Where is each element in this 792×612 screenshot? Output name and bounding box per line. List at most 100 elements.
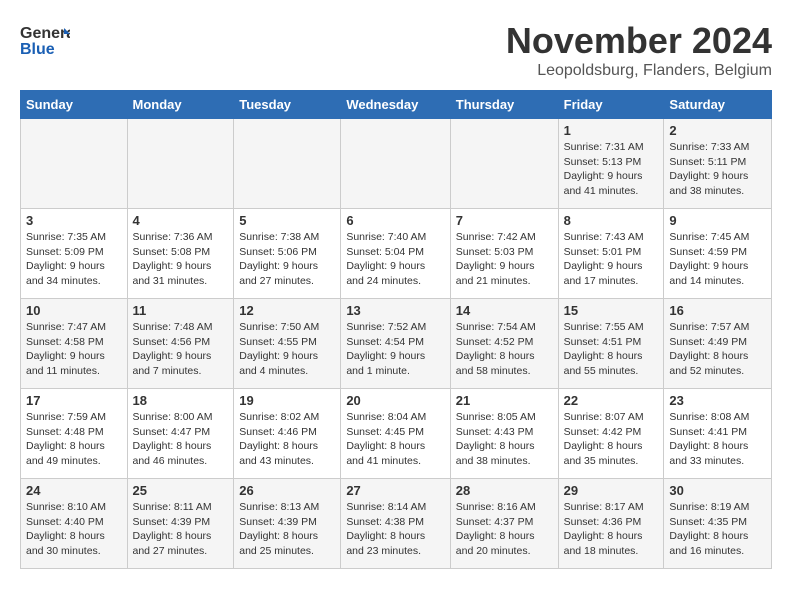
- calendar-cell: 22 Sunrise: 8:07 AM Sunset: 4:42 PM Dayli…: [558, 389, 664, 479]
- calendar-cell: 21 Sunrise: 8:05 AM Sunset: 4:43 PM Dayli…: [450, 389, 558, 479]
- day-number: 27: [346, 483, 444, 498]
- day-info: Sunrise: 7:48 AM Sunset: 4:56 PM Dayligh…: [133, 320, 229, 379]
- column-header-thursday: Thursday: [450, 91, 558, 119]
- day-number: 26: [239, 483, 335, 498]
- calendar-cell: 27 Sunrise: 8:14 AM Sunset: 4:38 PM Dayli…: [341, 479, 450, 569]
- calendar-cell: [341, 119, 450, 209]
- day-info: Sunrise: 7:52 AM Sunset: 4:54 PM Dayligh…: [346, 320, 444, 379]
- day-info: Sunrise: 8:00 AM Sunset: 4:47 PM Dayligh…: [133, 410, 229, 469]
- day-info: Sunrise: 8:04 AM Sunset: 4:45 PM Dayligh…: [346, 410, 444, 469]
- calendar-cell: 12 Sunrise: 7:50 AM Sunset: 4:55 PM Dayli…: [234, 299, 341, 389]
- column-header-tuesday: Tuesday: [234, 91, 341, 119]
- day-info: Sunrise: 7:40 AM Sunset: 5:04 PM Dayligh…: [346, 230, 444, 289]
- calendar-cell: 16 Sunrise: 7:57 AM Sunset: 4:49 PM Dayli…: [664, 299, 772, 389]
- day-info: Sunrise: 8:07 AM Sunset: 4:42 PM Dayligh…: [564, 410, 659, 469]
- calendar-cell: 6 Sunrise: 7:40 AM Sunset: 5:04 PM Daylig…: [341, 209, 450, 299]
- day-number: 1: [564, 123, 659, 138]
- week-row-4: 17 Sunrise: 7:59 AM Sunset: 4:48 PM Dayli…: [21, 389, 772, 479]
- page-header: General Blue November 2024 Leopoldsburg,…: [20, 20, 772, 80]
- calendar-cell: 17 Sunrise: 7:59 AM Sunset: 4:48 PM Dayli…: [21, 389, 128, 479]
- day-number: 5: [239, 213, 335, 228]
- day-number: 9: [669, 213, 766, 228]
- day-info: Sunrise: 7:59 AM Sunset: 4:48 PM Dayligh…: [26, 410, 122, 469]
- day-info: Sunrise: 7:45 AM Sunset: 4:59 PM Dayligh…: [669, 230, 766, 289]
- day-info: Sunrise: 8:13 AM Sunset: 4:39 PM Dayligh…: [239, 500, 335, 559]
- week-row-1: 1 Sunrise: 7:31 AM Sunset: 5:13 PM Daylig…: [21, 119, 772, 209]
- calendar-cell: 24Sunrise: 8:10 AM Sunset: 4:40 PM Dayli…: [21, 479, 128, 569]
- calendar-header: SundayMondayTuesdayWednesdayThursdayFrid…: [21, 91, 772, 119]
- calendar-cell: 20 Sunrise: 8:04 AM Sunset: 4:45 PM Dayli…: [341, 389, 450, 479]
- calendar-cell: 29Sunrise: 8:17 AM Sunset: 4:36 PM Dayli…: [558, 479, 664, 569]
- day-info: Sunrise: 7:55 AM Sunset: 4:51 PM Dayligh…: [564, 320, 659, 379]
- day-info: Sunrise: 8:05 AM Sunset: 4:43 PM Dayligh…: [456, 410, 553, 469]
- column-header-wednesday: Wednesday: [341, 91, 450, 119]
- day-info: Sunrise: 7:38 AM Sunset: 5:06 PM Dayligh…: [239, 230, 335, 289]
- day-info: Sunrise: 7:50 AM Sunset: 4:55 PM Dayligh…: [239, 320, 335, 379]
- day-info: Sunrise: 7:31 AM Sunset: 5:13 PM Dayligh…: [564, 140, 659, 199]
- title-section: November 2024 Leopoldsburg, Flanders, Be…: [506, 20, 772, 80]
- calendar-cell: 3Sunrise: 7:35 AM Sunset: 5:09 PM Daylig…: [21, 209, 128, 299]
- calendar-cell: 23Sunrise: 8:08 AM Sunset: 4:41 PM Dayli…: [664, 389, 772, 479]
- day-number: 17: [26, 393, 122, 408]
- day-number: 20: [346, 393, 444, 408]
- day-info: Sunrise: 8:11 AM Sunset: 4:39 PM Dayligh…: [133, 500, 229, 559]
- calendar-cell: 26 Sunrise: 8:13 AM Sunset: 4:39 PM Dayli…: [234, 479, 341, 569]
- day-info: Sunrise: 7:33 AM Sunset: 5:11 PM Dayligh…: [669, 140, 766, 199]
- calendar-cell: [234, 119, 341, 209]
- week-row-3: 10Sunrise: 7:47 AM Sunset: 4:58 PM Dayli…: [21, 299, 772, 389]
- day-number: 18: [133, 393, 229, 408]
- day-number: 15: [564, 303, 659, 318]
- day-number: 4: [133, 213, 229, 228]
- day-info: Sunrise: 7:36 AM Sunset: 5:08 PM Dayligh…: [133, 230, 229, 289]
- day-info: Sunrise: 7:57 AM Sunset: 4:49 PM Dayligh…: [669, 320, 766, 379]
- day-info: Sunrise: 7:42 AM Sunset: 5:03 PM Dayligh…: [456, 230, 553, 289]
- day-info: Sunrise: 7:54 AM Sunset: 4:52 PM Dayligh…: [456, 320, 553, 379]
- day-number: 13: [346, 303, 444, 318]
- day-info: Sunrise: 8:16 AM Sunset: 4:37 PM Dayligh…: [456, 500, 553, 559]
- calendar-cell: 4 Sunrise: 7:36 AM Sunset: 5:08 PM Daylig…: [127, 209, 234, 299]
- calendar-cell: [127, 119, 234, 209]
- calendar-cell: 19 Sunrise: 8:02 AM Sunset: 4:46 PM Dayli…: [234, 389, 341, 479]
- calendar-body: 1 Sunrise: 7:31 AM Sunset: 5:13 PM Daylig…: [21, 119, 772, 569]
- logo: General Blue: [20, 20, 70, 60]
- day-info: Sunrise: 8:02 AM Sunset: 4:46 PM Dayligh…: [239, 410, 335, 469]
- column-header-friday: Friday: [558, 91, 664, 119]
- day-info: Sunrise: 7:35 AM Sunset: 5:09 PM Dayligh…: [26, 230, 122, 289]
- calendar-cell: 5 Sunrise: 7:38 AM Sunset: 5:06 PM Daylig…: [234, 209, 341, 299]
- day-number: 12: [239, 303, 335, 318]
- column-header-saturday: Saturday: [664, 91, 772, 119]
- column-header-sunday: Sunday: [21, 91, 128, 119]
- day-info: Sunrise: 7:47 AM Sunset: 4:58 PM Dayligh…: [26, 320, 122, 379]
- day-number: 21: [456, 393, 553, 408]
- column-header-monday: Monday: [127, 91, 234, 119]
- day-number: 22: [564, 393, 659, 408]
- day-number: 19: [239, 393, 335, 408]
- day-number: 30: [669, 483, 766, 498]
- location-subtitle: Leopoldsburg, Flanders, Belgium: [506, 62, 772, 80]
- calendar-cell: 10Sunrise: 7:47 AM Sunset: 4:58 PM Dayli…: [21, 299, 128, 389]
- day-info: Sunrise: 8:19 AM Sunset: 4:35 PM Dayligh…: [669, 500, 766, 559]
- day-info: Sunrise: 7:43 AM Sunset: 5:01 PM Dayligh…: [564, 230, 659, 289]
- day-number: 7: [456, 213, 553, 228]
- day-number: 16: [669, 303, 766, 318]
- day-number: 28: [456, 483, 553, 498]
- day-number: 14: [456, 303, 553, 318]
- calendar-cell: 18 Sunrise: 8:00 AM Sunset: 4:47 PM Dayli…: [127, 389, 234, 479]
- calendar-cell: 14 Sunrise: 7:54 AM Sunset: 4:52 PM Dayli…: [450, 299, 558, 389]
- day-number: 24: [26, 483, 122, 498]
- header-row: SundayMondayTuesdayWednesdayThursdayFrid…: [21, 91, 772, 119]
- calendar-cell: [21, 119, 128, 209]
- calendar-cell: 7 Sunrise: 7:42 AM Sunset: 5:03 PM Daylig…: [450, 209, 558, 299]
- calendar-table: SundayMondayTuesdayWednesdayThursdayFrid…: [20, 90, 772, 569]
- calendar-cell: 11 Sunrise: 7:48 AM Sunset: 4:56 PM Dayli…: [127, 299, 234, 389]
- day-info: Sunrise: 8:14 AM Sunset: 4:38 PM Dayligh…: [346, 500, 444, 559]
- svg-text:General: General: [20, 25, 70, 42]
- calendar-cell: 2 Sunrise: 7:33 AM Sunset: 5:11 PM Daylig…: [664, 119, 772, 209]
- day-number: 25: [133, 483, 229, 498]
- day-number: 23: [669, 393, 766, 408]
- calendar-cell: 30 Sunrise: 8:19 AM Sunset: 4:35 PM Dayli…: [664, 479, 772, 569]
- day-number: 11: [133, 303, 229, 318]
- day-number: 2: [669, 123, 766, 138]
- calendar-cell: [450, 119, 558, 209]
- day-number: 6: [346, 213, 444, 228]
